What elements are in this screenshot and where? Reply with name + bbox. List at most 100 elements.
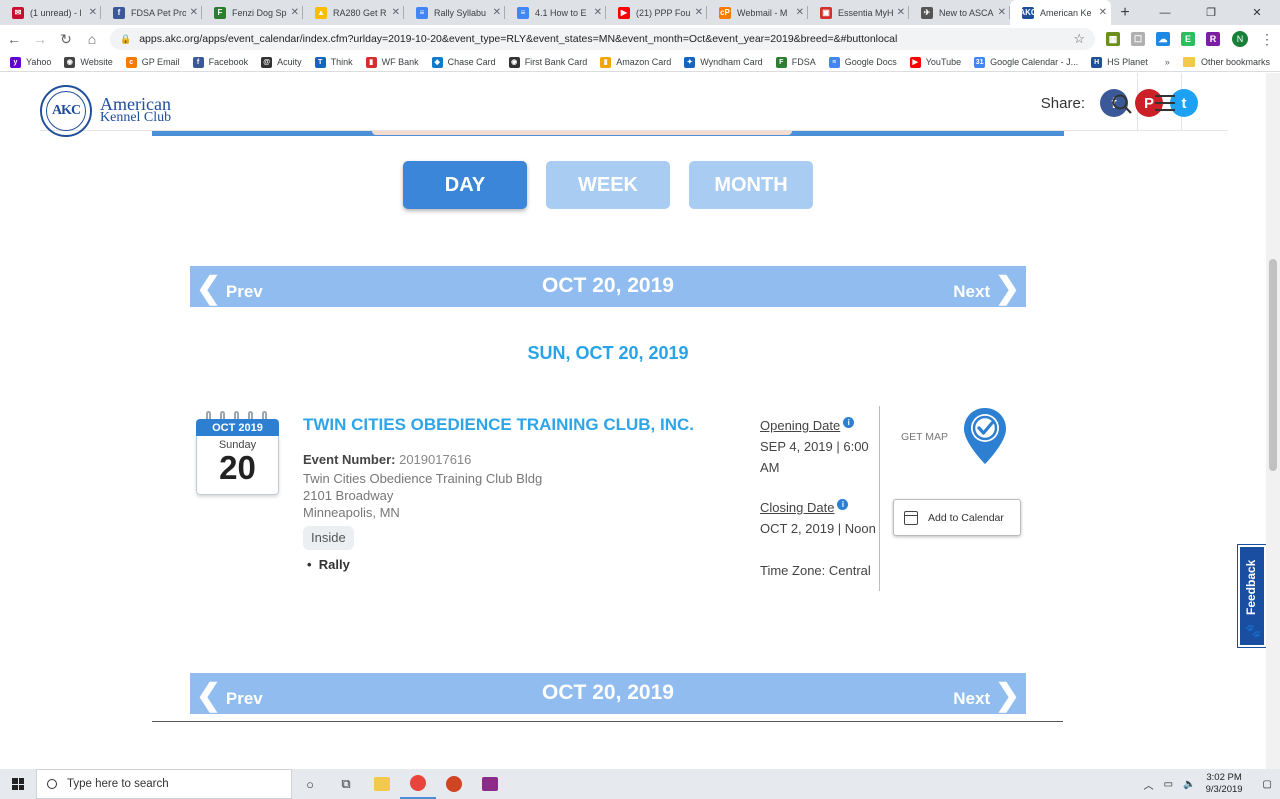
browser-tab[interactable]: cP Webmail - M ✕ <box>707 0 808 25</box>
ext-r-icon[interactable]: R <box>1206 32 1220 46</box>
bookmark-item[interactable]: ≡ Google Docs <box>828 56 897 68</box>
browser-tab[interactable]: ▣ Essentia MyH ✕ <box>808 0 909 25</box>
browser-tab[interactable]: ≡ Rally Syllabu ✕ <box>404 0 505 25</box>
close-tab-icon[interactable]: ✕ <box>897 7 905 18</box>
akc-seal-text: AKC <box>51 103 81 118</box>
add-to-calendar-button[interactable]: Add to Calendar <box>893 499 1021 536</box>
browser-menu-icon[interactable]: ⋮ <box>1260 31 1274 48</box>
close-tab-icon[interactable]: ✕ <box>594 7 602 18</box>
feedback-button[interactable]: Feedback 🐾 <box>1238 545 1266 647</box>
minimize-button[interactable]: — <box>1142 0 1188 25</box>
taskbar-search[interactable]: Type here to search <box>36 769 292 799</box>
battery-icon[interactable]: ▭ <box>1164 779 1173 790</box>
chrome-icon[interactable] <box>400 769 436 799</box>
browser-tab[interactable]: AKC American Ke ✕ <box>1010 0 1111 25</box>
clock[interactable]: 3:02 PM 9/3/2019 <box>1206 772 1243 796</box>
other-bookmarks[interactable]: Other bookmarks <box>1182 57 1270 67</box>
address-line: Twin Cities Obedience Training Club Bldg <box>303 471 543 486</box>
close-tab-icon[interactable]: ✕ <box>998 7 1006 18</box>
next-day-button[interactable]: Next ❯ <box>953 679 1020 711</box>
address-line: Minneapolis, MN <box>303 505 400 520</box>
back-icon[interactable]: ← <box>2 27 26 51</box>
bookmark-item[interactable]: ▮ WF Bank <box>365 56 419 68</box>
file-explorer-icon[interactable] <box>364 769 400 799</box>
close-tab-icon[interactable]: ✕ <box>190 7 198 18</box>
tab-title: Webmail - M <box>737 7 788 18</box>
map-pin-icon[interactable] <box>962 406 1008 466</box>
powerpoint-icon[interactable] <box>436 769 472 799</box>
browser-tab[interactable]: ≡ 4.1 How to E ✕ <box>505 0 606 25</box>
bookmark-item[interactable]: 31 Google Calendar - J... <box>974 56 1078 68</box>
info-icon[interactable]: i <box>843 416 855 428</box>
close-window-button[interactable]: ✕ <box>1234 0 1280 25</box>
bookmark-item[interactable]: y Yahoo <box>10 56 51 68</box>
chevron-up-icon[interactable]: ︿ <box>1144 777 1154 792</box>
bookmarks-overflow-icon[interactable]: » <box>1165 57 1170 67</box>
windows-start-icon[interactable] <box>0 769 36 799</box>
closing-date-label: Closing Date <box>760 500 835 515</box>
bookmark-star-icon[interactable]: ☆ <box>1073 31 1085 47</box>
bookmark-item[interactable]: ✦ Wyndham Card <box>684 56 763 68</box>
ext-cloud-icon[interactable]: ☁ <box>1156 32 1170 46</box>
view-tab-month[interactable]: MONTH <box>689 161 813 209</box>
close-tab-icon[interactable]: ✕ <box>89 7 97 18</box>
bookmark-item[interactable]: H HS Planet <box>1091 56 1148 68</box>
bookmark-item[interactable]: ◆ Chase Card <box>431 56 496 68</box>
browser-tab[interactable]: ✈ New to ASCA ✕ <box>909 0 1010 25</box>
info-icon[interactable]: i <box>837 498 849 510</box>
close-tab-icon[interactable]: ✕ <box>1099 7 1107 18</box>
cortana-icon[interactable]: ○ <box>292 769 328 799</box>
browser-tab[interactable]: ✉ (1 unread) - l ✕ <box>0 0 101 25</box>
tab-title: FDSA Pet Pro <box>131 7 186 18</box>
bookmark-label: Chase Card <box>447 57 496 67</box>
close-tab-icon[interactable]: ✕ <box>493 7 501 18</box>
url-text[interactable]: apps.akc.org/apps/event_calendar/index.c… <box>139 33 1073 45</box>
window-controls: — ❐ ✕ <box>1142 0 1280 25</box>
bookmark-item[interactable]: T Think <box>314 56 353 68</box>
address-bar[interactable]: 🔒 apps.akc.org/apps/event_calendar/index… <box>110 28 1095 50</box>
get-map-link[interactable]: GET MAP <box>901 431 948 443</box>
home-icon[interactable]: ⌂ <box>80 27 104 51</box>
browser-tab[interactable]: f FDSA Pet Pro ✕ <box>101 0 202 25</box>
browser-tab[interactable]: F Fenzi Dog Sp ✕ <box>202 0 303 25</box>
club-name-link[interactable]: TWIN CITIES OBEDIENCE TRAINING CLUB, INC… <box>303 415 694 435</box>
browser-tab[interactable]: ▶ (21) PPP Fou ✕ <box>606 0 707 25</box>
column-divider <box>879 406 880 591</box>
ext-evernote-icon[interactable]: E <box>1181 32 1195 46</box>
bookmark-favicon-icon: 31 <box>974 56 986 68</box>
bookmark-item[interactable]: ◉ First Bank Card <box>508 56 587 68</box>
bookmark-item[interactable]: ▶ YouTube <box>909 56 961 68</box>
akc-logo[interactable]: AKC American Kennel Club <box>40 85 171 137</box>
maximize-button[interactable]: ❐ <box>1188 0 1234 25</box>
bookmark-item[interactable]: ◉ Website <box>64 56 113 68</box>
bookmark-item[interactable]: @ Acuity <box>261 56 302 68</box>
forward-icon[interactable]: → <box>28 27 52 51</box>
hamburger-menu-icon[interactable] <box>1155 95 1175 116</box>
ext-gray-icon[interactable]: ☐ <box>1131 32 1145 46</box>
search-icon[interactable] <box>1111 93 1133 115</box>
scrollbar-thumb[interactable] <box>1269 259 1277 471</box>
bookmark-item[interactable]: f Facebook <box>192 56 248 68</box>
bookmark-item[interactable]: F FDSA <box>775 56 816 68</box>
task-view-icon[interactable]: ⧉ <box>328 769 364 799</box>
close-tab-icon[interactable]: ✕ <box>695 7 703 18</box>
app-icon[interactable] <box>472 769 508 799</box>
profile-avatar[interactable]: N <box>1232 31 1248 47</box>
bookmark-item[interactable]: c GP Email <box>125 56 180 68</box>
new-tab-button[interactable]: + <box>1111 0 1139 25</box>
close-tab-icon[interactable]: ✕ <box>291 7 299 18</box>
close-tab-icon[interactable]: ✕ <box>796 7 804 18</box>
volume-icon[interactable]: 🔈 <box>1183 779 1195 790</box>
ext-green-icon[interactable]: ▦ <box>1106 32 1120 46</box>
browser-tab[interactable]: ▲ RA280 Get R ✕ <box>303 0 404 25</box>
page-scrollbar[interactable] <box>1266 73 1280 769</box>
bookmark-item[interactable]: ▮ Amazon Card <box>600 56 671 68</box>
close-tab-icon[interactable]: ✕ <box>392 7 400 18</box>
tab-favicon-icon: ✈ <box>921 6 933 19</box>
bookmark-label: Wyndham Card <box>700 57 763 67</box>
next-day-button[interactable]: Next ❯ <box>953 272 1020 304</box>
view-tab-day[interactable]: DAY <box>403 161 527 209</box>
reload-icon[interactable]: ↻ <box>54 27 78 51</box>
notifications-icon[interactable]: ▢ <box>1263 779 1272 790</box>
view-tab-week[interactable]: WEEK <box>546 161 670 209</box>
